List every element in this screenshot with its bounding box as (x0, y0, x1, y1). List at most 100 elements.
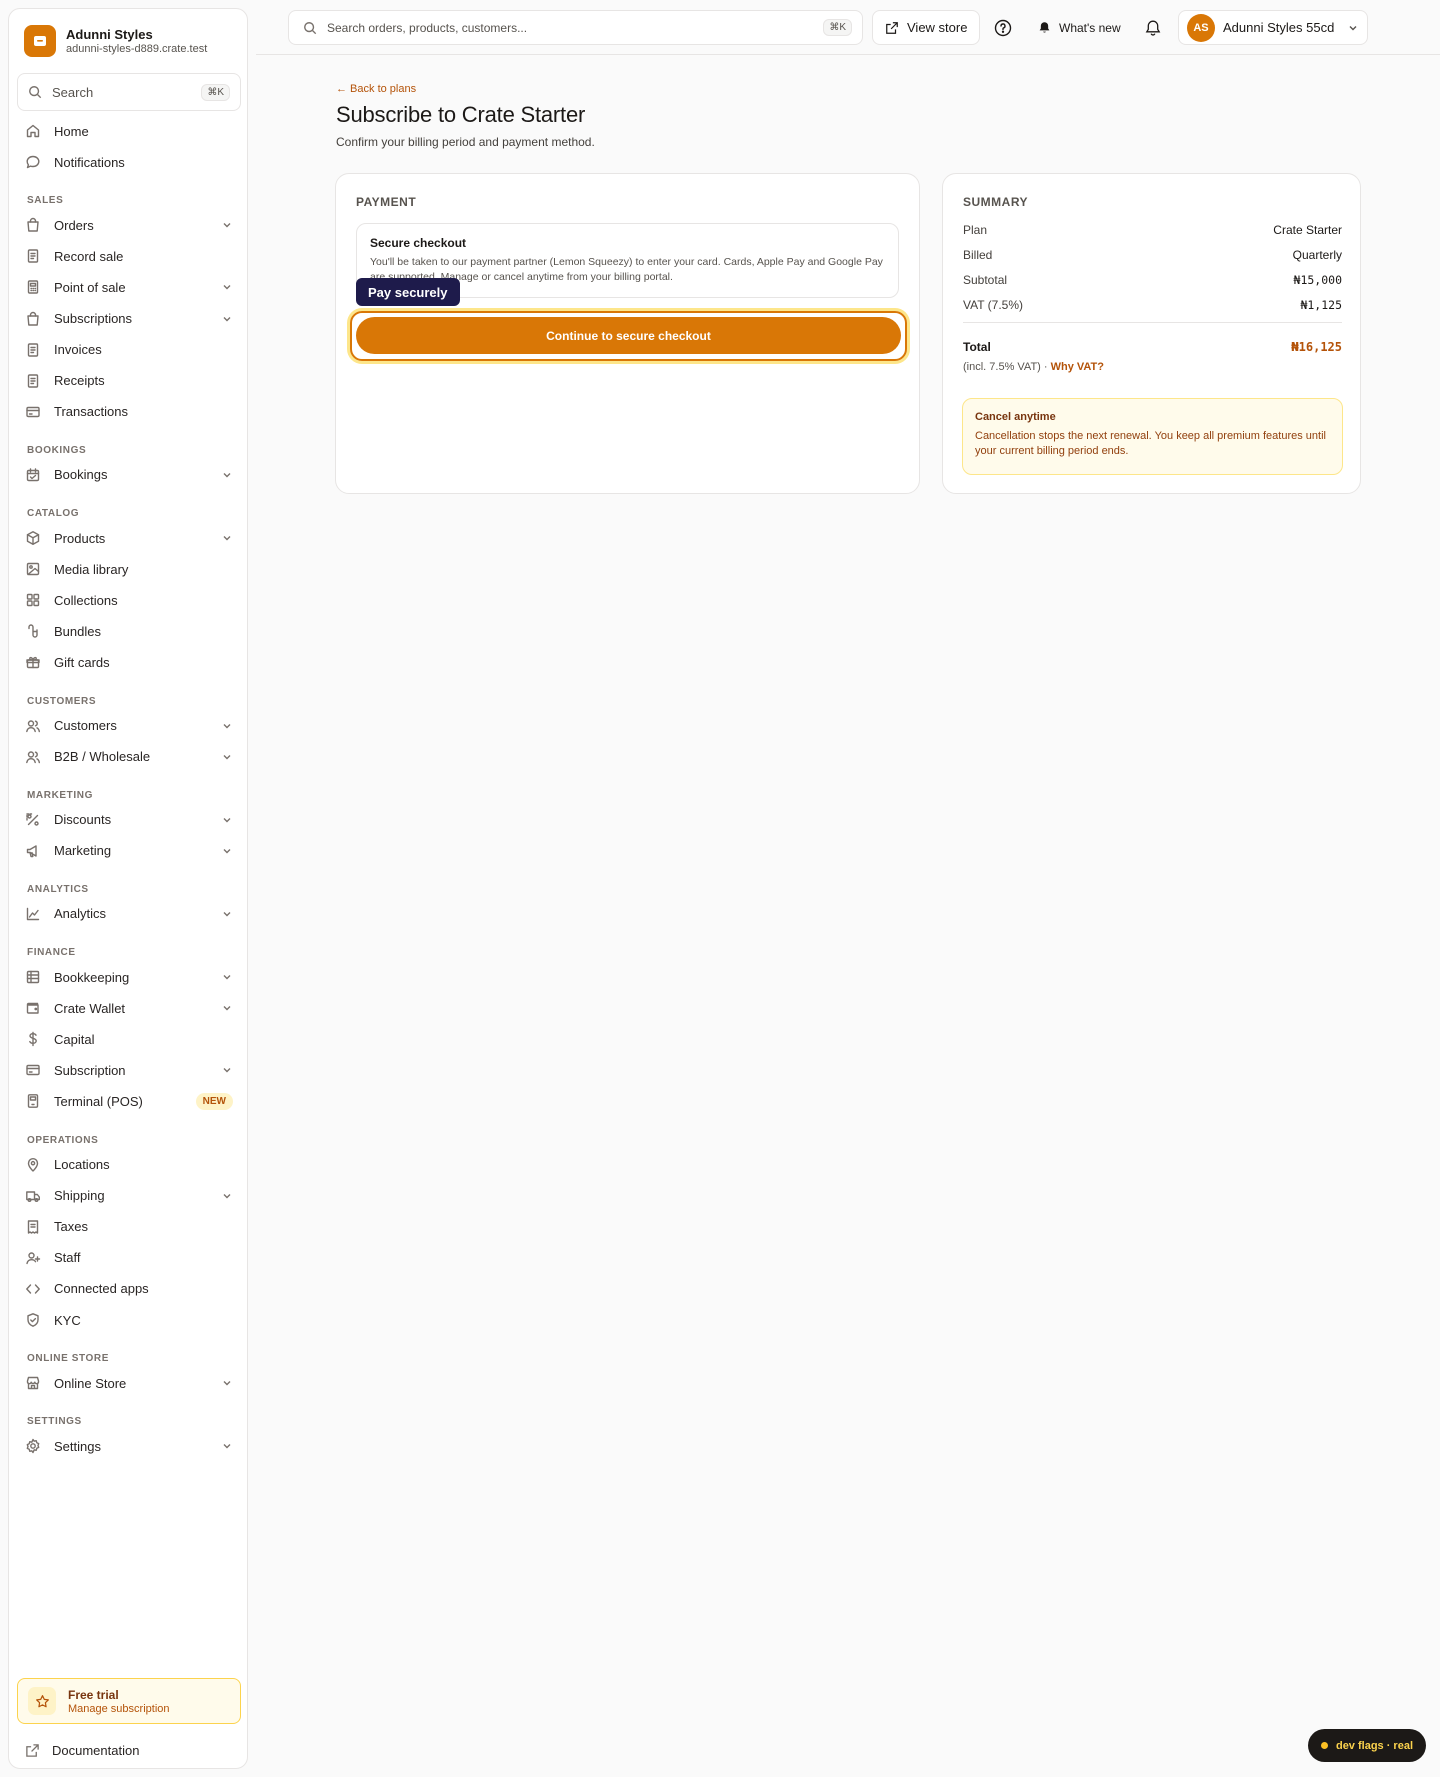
sidebar-item-staff[interactable]: Staff (25, 1245, 233, 1271)
sidebar-item-products[interactable]: Products (25, 525, 233, 551)
account-menu-button[interactable]: AS Adunni Styles 55cd (1178, 10, 1368, 45)
dev-flags-label: dev flags · real (1335, 1739, 1414, 1752)
sidebar-item-label: Collections (54, 592, 118, 608)
sidebar-item-home[interactable]: Home (25, 118, 233, 144)
shortcut-badge: ⌘K (201, 83, 230, 101)
sidebar-item-connected-apps[interactable]: Connected apps (25, 1276, 233, 1302)
sidebar-item-gift-cards[interactable]: Gift cards (25, 649, 233, 675)
sidebar-item-point-of-sale[interactable]: Point of sale (25, 274, 233, 300)
sidebar-item-collections[interactable]: Collections (25, 587, 233, 613)
sidebar-item-label: Crate Wallet (54, 1000, 126, 1016)
brand[interactable]: Adunni Styles adunni-styles-d889.crate.t… (24, 25, 207, 57)
whats-new-button[interactable]: What's new (1038, 10, 1121, 45)
sidebar: Adunni Styles adunni-styles-d889.crate.t… (8, 8, 248, 1769)
continue-to-checkout-button[interactable]: Continue to secure checkout (356, 317, 901, 354)
sidebar-item-marketing[interactable]: Marketing (25, 838, 233, 864)
sidebar-item-customers[interactable]: Customers (25, 713, 233, 739)
sidebar-item-label: Media library (54, 561, 129, 577)
why-vat-link[interactable]: Why VAT? (1051, 361, 1104, 373)
section-heading-operations: OPERATIONS (27, 1134, 99, 1146)
sidebar-item-subscriptions[interactable]: Subscriptions (25, 306, 233, 332)
summary-label: Subtotal (963, 273, 1008, 287)
pay-securely-tooltip: Pay securely (356, 278, 460, 306)
section-heading-marketing: MARKETING (27, 789, 93, 801)
page-subtitle: Confirm your billing period and payment … (336, 135, 595, 149)
sidebar-item-subscription[interactable]: Subscription (25, 1057, 233, 1083)
sidebar-item-label: Products (54, 530, 106, 546)
shortcut-badge: ⌘K (823, 19, 852, 36)
documentation-label: Documentation (52, 1743, 140, 1758)
notifications-button[interactable] (1144, 10, 1162, 45)
sidebar-item-terminal-pos[interactable]: Terminal (POS) NEW (25, 1088, 233, 1114)
documentation-link[interactable]: Documentation (25, 1743, 139, 1758)
vat-note: (incl. 7.5% VAT) · Why VAT? (963, 361, 1104, 373)
view-store-button[interactable]: View store (872, 10, 981, 45)
wallet-icon (25, 1000, 41, 1016)
sidebar-item-discounts[interactable]: Discounts (25, 807, 233, 833)
sidebar-item-label: Marketing (54, 843, 112, 859)
sidebar-item-orders[interactable]: Orders (25, 212, 233, 238)
chevron-down-icon (221, 1377, 233, 1389)
divider (963, 322, 1342, 323)
help-button[interactable] (994, 10, 1012, 45)
sidebar-item-label: Locations (54, 1157, 110, 1172)
card-icon (25, 1062, 41, 1078)
section-heading-bookings: BOOKINGS (27, 444, 87, 456)
sidebar-item-invoices[interactable]: Invoices (25, 337, 233, 363)
sidebar-item-label: Receipts (54, 373, 105, 389)
store-logo-icon (24, 25, 56, 57)
sidebar-item-shipping[interactable]: Shipping (25, 1183, 233, 1209)
megaphone-icon (25, 843, 41, 859)
sidebar-item-label: Shipping (54, 1188, 105, 1204)
sidebar-item-bookings[interactable]: Bookings (25, 462, 233, 488)
sidebar-item-media-library[interactable]: Media library (25, 556, 233, 582)
new-badge: NEW (195, 1092, 233, 1110)
back-to-plans-link[interactable]: ← Back to plans (336, 83, 416, 95)
dev-flags-pill[interactable]: dev flags · real (1308, 1729, 1426, 1762)
sidebar-item-bookkeeping[interactable]: Bookkeeping (25, 964, 233, 990)
sidebar-item-locations[interactable]: Locations (25, 1152, 233, 1178)
sidebar-item-capital[interactable]: Capital (25, 1026, 233, 1052)
sidebar-item-label: Staff (54, 1250, 81, 1266)
help-circle-icon (994, 19, 1012, 36)
sidebar-item-analytics[interactable]: Analytics (25, 901, 233, 927)
whats-new-label: What's new (1059, 20, 1121, 35)
chevron-down-icon (221, 1440, 233, 1452)
manage-subscription-link[interactable]: Manage subscription (68, 1703, 170, 1715)
cancel-anytime-title: Cancel anytime (975, 411, 1056, 423)
sidebar-item-label: Bookings (54, 467, 108, 483)
summary-label: Billed (963, 248, 993, 262)
sidebar-item-crate-wallet[interactable]: Crate Wallet (25, 995, 233, 1021)
calendar-icon (25, 467, 41, 483)
sidebar-item-settings[interactable]: Settings (25, 1433, 233, 1459)
cancel-anytime-description: Cancellation stops the next renewal. You… (975, 430, 1326, 457)
ledger-icon (25, 969, 41, 985)
sidebar-item-taxes[interactable]: Taxes (25, 1214, 233, 1240)
summary-value: ₦1,125 (1300, 298, 1342, 312)
external-link-icon (26, 1744, 39, 1757)
sidebar-item-label: Customers (54, 718, 117, 733)
external-link-icon (886, 21, 898, 34)
doc-icon (25, 248, 41, 264)
sidebar-item-b2b-wholesale[interactable]: B2B / Wholesale (25, 744, 233, 770)
sidebar-item-bundles[interactable]: Bundles (25, 618, 233, 644)
chevron-down-icon (221, 720, 233, 732)
sidebar-item-kyc[interactable]: KYC (25, 1307, 233, 1333)
sidebar-item-label: Gift cards (54, 654, 110, 670)
sidebar-item-label: Bundles (54, 623, 101, 639)
sidebar-item-transactions[interactable]: Transactions (25, 399, 233, 425)
sidebar-search[interactable]: Search ⌘K (17, 73, 241, 111)
global-search-input[interactable]: Search orders, products, customers... ⌘K (288, 10, 863, 45)
sidebar-item-notifications[interactable]: Notifications (25, 149, 233, 175)
sidebar-item-label: Record sale (54, 248, 124, 264)
section-heading-catalog: CATALOG (27, 508, 80, 519)
dollar-icon (25, 1031, 41, 1047)
sidebar-item-record-sale[interactable]: Record sale (25, 243, 233, 269)
global-search-placeholder: Search orders, products, customers... (327, 20, 528, 35)
sidebar-item-online-store[interactable]: Online Store (25, 1370, 233, 1396)
summary-heading: SUMMARY (963, 195, 1029, 209)
truck-icon (25, 1188, 41, 1204)
free-trial-card[interactable]: Free trial Manage subscription (17, 1678, 241, 1724)
sidebar-item-receipts[interactable]: Receipts (25, 368, 233, 394)
summary-row-subtotal: Subtotal ₦15,000 (963, 273, 1342, 287)
